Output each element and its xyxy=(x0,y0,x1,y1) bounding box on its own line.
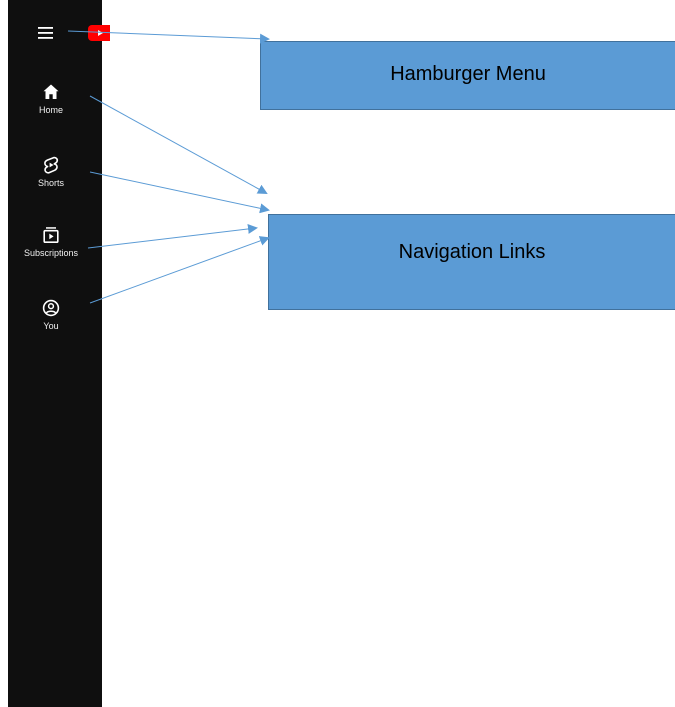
nav-item-shorts-label: Shorts xyxy=(37,178,64,188)
callout-hamburger-menu-label: Hamburger Menu xyxy=(390,63,546,85)
youtube-logo-icon xyxy=(88,25,110,41)
nav-item-subscriptions-label: Subscriptions xyxy=(23,248,79,258)
subscriptions-icon xyxy=(43,227,59,243)
arrow-you xyxy=(89,236,270,304)
nav-item-you[interactable]: You xyxy=(16,298,86,332)
callout-hamburger-menu: Hamburger Menu xyxy=(260,41,675,110)
arrow-subscriptions xyxy=(87,223,258,249)
arrow-shorts xyxy=(89,171,270,214)
nav-item-home[interactable]: Home xyxy=(16,82,86,116)
sidebar: Home Shorts Subscriptions You xyxy=(8,0,110,707)
arrow-home xyxy=(89,95,268,194)
stage: Home Shorts Subscriptions You Hamburger … xyxy=(0,0,675,707)
callout-navigation-links: Navigation Links xyxy=(268,214,675,310)
callout-navigation-links-label: Navigation Links xyxy=(398,241,546,263)
nav-item-you-label: You xyxy=(43,321,59,331)
nav-item-subscriptions[interactable]: Subscriptions xyxy=(16,225,86,259)
shorts-icon xyxy=(44,156,59,174)
youtube-logo[interactable] xyxy=(88,24,110,42)
nav-item-home-label: Home xyxy=(38,105,63,115)
hamburger-menu-button[interactable] xyxy=(37,24,55,42)
nav-item-shorts[interactable]: Shorts xyxy=(16,155,86,189)
home-icon xyxy=(43,84,59,99)
you-icon xyxy=(42,299,60,317)
hamburger-icon xyxy=(38,27,53,39)
